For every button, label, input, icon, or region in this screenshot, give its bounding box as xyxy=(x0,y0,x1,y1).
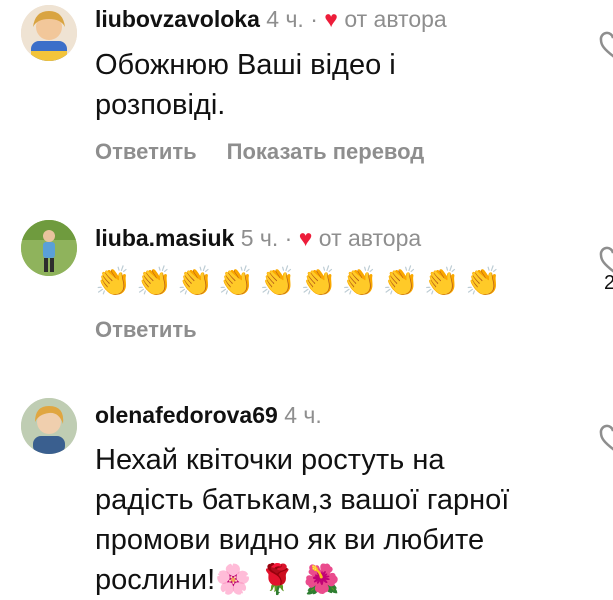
separator-dot: · xyxy=(284,225,293,251)
like-count: 2 xyxy=(604,272,613,294)
reply-button[interactable]: Ответить xyxy=(95,139,197,164)
comment-header: olenafedorova69 4 ч. xyxy=(95,400,322,430)
comment-text-line: промови видно як ви любите xyxy=(95,524,485,556)
comment-text-line: Нехай квіточки ростуть на xyxy=(95,444,445,476)
like-icon[interactable] xyxy=(598,245,613,275)
clapping-hands-emoji: 👏 xyxy=(259,266,296,298)
username[interactable]: olenafedorova69 xyxy=(95,402,278,428)
comment-time: 5 ч. xyxy=(240,225,279,251)
clapping-hands-emoji: 👏 xyxy=(423,266,460,298)
avatar[interactable] xyxy=(21,5,77,61)
comment-actions: Ответить Показать перевод xyxy=(95,137,424,167)
author-heart-icon: ♥ xyxy=(324,6,338,32)
clapping-hands-emoji: 👏 xyxy=(177,266,214,298)
reply-button[interactable]: Ответить xyxy=(95,317,197,342)
clapping-hands-emoji: 👏 xyxy=(300,266,337,298)
emoji-row: 👏 👏 👏 👏 👏 👏 👏 👏 👏 👏 xyxy=(95,262,501,302)
comment-header: liuba.masiuk 5 ч. · ♥ от автора xyxy=(95,223,421,253)
author-liked-label: от автора xyxy=(318,225,422,251)
avatar-image xyxy=(21,220,77,276)
separator-dot: · xyxy=(310,6,318,32)
like-icon[interactable] xyxy=(598,30,613,60)
comment-text-line: радість батькам,з вашої гарної xyxy=(95,484,510,516)
author-heart-icon: ♥ xyxy=(298,225,313,251)
comment-text-line: рослини!🌸 🌹 🌺 xyxy=(95,564,340,596)
comment-text: Обожнюю Ваші відео і розповіді. xyxy=(95,49,396,121)
avatar-image xyxy=(21,5,77,61)
avatar[interactable] xyxy=(21,398,77,454)
comment-time: 4 ч. xyxy=(284,402,322,428)
comment-text: Нехай квіточки ростуть на радість батька… xyxy=(95,440,565,600)
clapping-hands-emoji: 👏 xyxy=(382,266,419,298)
avatar[interactable] xyxy=(21,220,77,276)
clapping-hands-emoji: 👏 xyxy=(95,266,132,298)
avatar-image xyxy=(21,398,77,454)
clapping-hands-emoji: 👏 xyxy=(218,266,255,298)
clapping-hands-emoji: 👏 xyxy=(341,266,378,298)
author-liked-label: от автора xyxy=(344,6,447,32)
clapping-hands-emoji: 👏 xyxy=(136,266,173,298)
comment-actions: Ответить xyxy=(95,315,197,345)
comment-header: liubovzavoloka 4 ч. · ♥ от автора xyxy=(95,4,447,34)
like-icon[interactable] xyxy=(598,423,613,453)
comment-time: 4 ч. xyxy=(266,6,304,32)
username[interactable]: liuba.masiuk xyxy=(95,225,234,251)
username[interactable]: liubovzavoloka xyxy=(95,6,260,32)
clapping-hands-emoji: 👏 xyxy=(464,266,502,298)
show-translation-button[interactable]: Показать перевод xyxy=(227,139,425,164)
